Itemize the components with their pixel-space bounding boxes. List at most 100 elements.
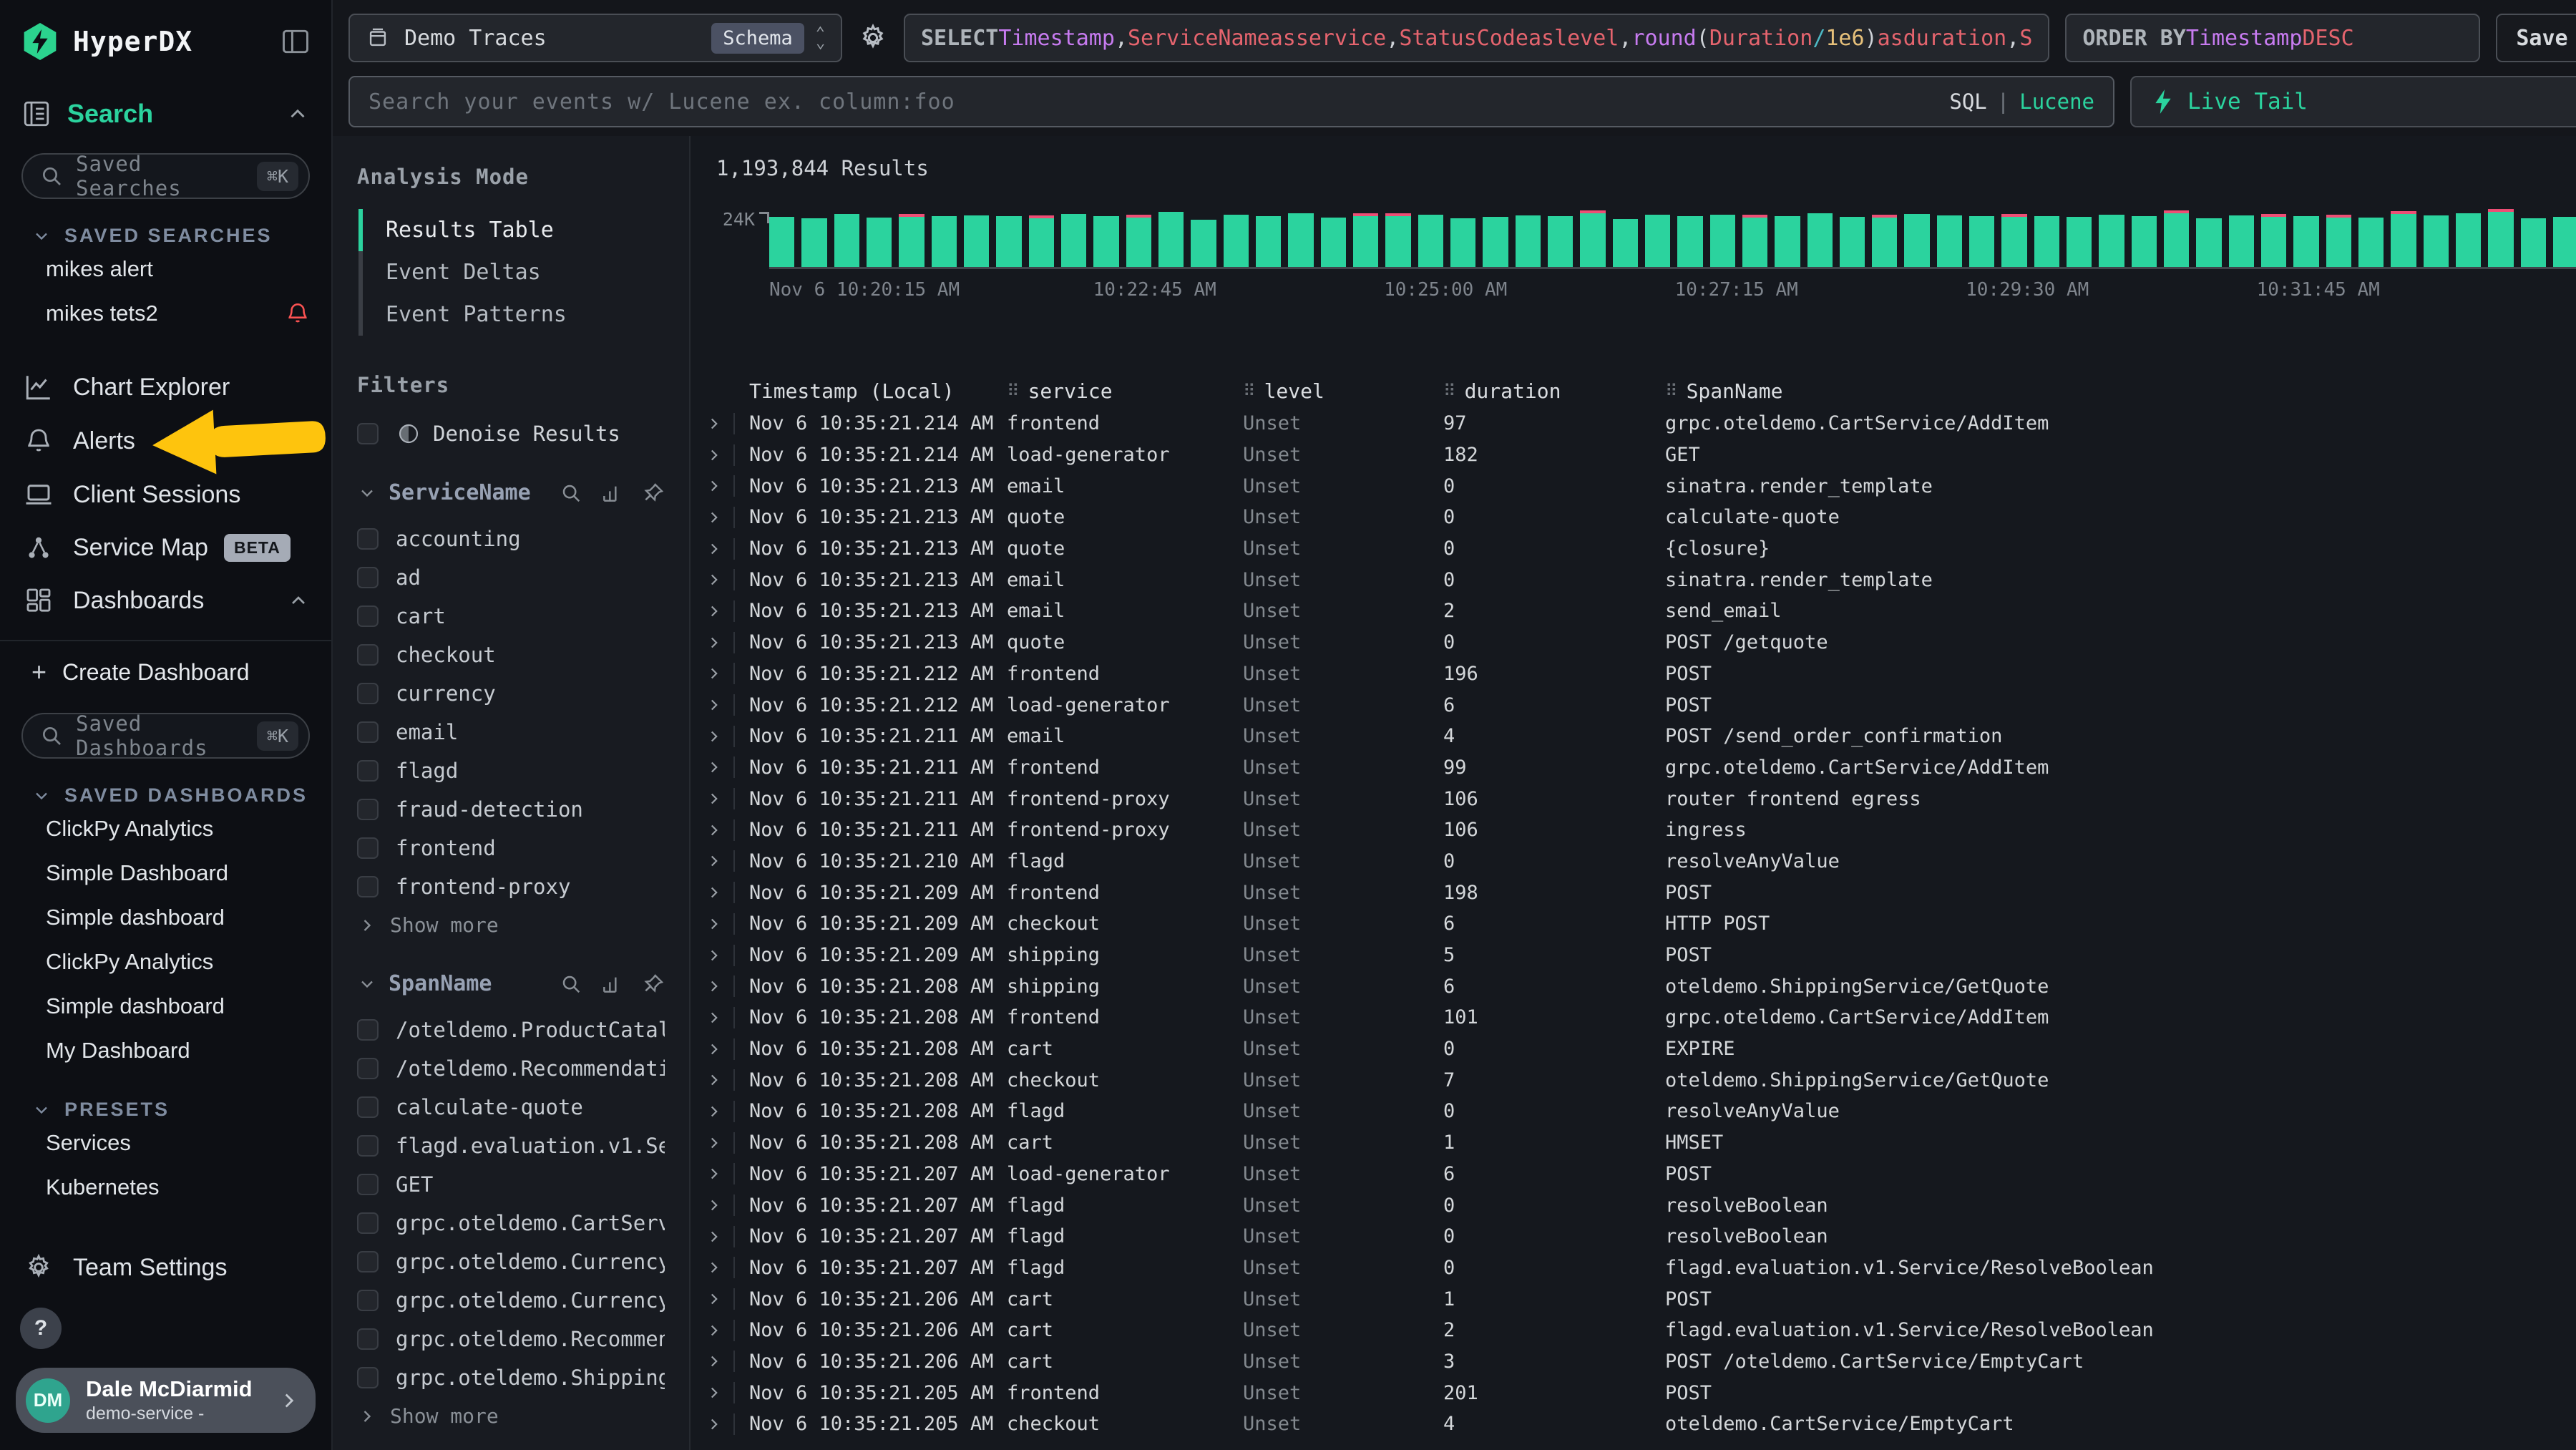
col-header-duration[interactable]: ⠿duration xyxy=(1443,379,1665,403)
sql-toggle[interactable]: SQL xyxy=(1949,89,1986,114)
row-expand-chevron-icon[interactable] xyxy=(705,694,749,716)
row-expand-chevron-icon[interactable] xyxy=(705,882,749,903)
histogram-bar[interactable] xyxy=(899,217,924,267)
histogram-bar[interactable] xyxy=(1126,218,1151,267)
histogram-bar[interactable] xyxy=(964,215,989,267)
filter-checkbox-item[interactable]: email xyxy=(357,716,665,749)
filter-checkbox-item[interactable]: checkout xyxy=(357,638,665,671)
table-row[interactable]: Nov 6 10:35:21.213 AMemailUnset2send_ema… xyxy=(691,595,2576,627)
table-row[interactable]: Nov 6 10:35:21.211 AMemailUnset4POST /se… xyxy=(691,721,2576,752)
filter-checkbox-item[interactable]: flagd xyxy=(357,754,665,787)
histogram-bar[interactable] xyxy=(2099,215,2124,267)
histogram-bar[interactable] xyxy=(1191,220,1216,267)
histogram-bar[interactable] xyxy=(2553,217,2576,267)
table-row[interactable]: Nov 6 10:35:21.206 AMcartUnset2flagd.eva… xyxy=(691,1315,2576,1346)
saved-dashboard-item[interactable]: Simple Dashboard xyxy=(0,851,331,895)
row-expand-chevron-icon[interactable] xyxy=(705,1101,749,1122)
col-header-service[interactable]: ⠿service xyxy=(1007,379,1243,403)
col-header-level[interactable]: ⠿level xyxy=(1243,379,1443,403)
row-expand-chevron-icon[interactable] xyxy=(705,1413,749,1435)
histogram-bars[interactable] xyxy=(769,209,2576,269)
row-expand-chevron-icon[interactable] xyxy=(705,444,749,466)
drag-handle-icon[interactable]: ⠿ xyxy=(1243,381,1256,401)
checkbox[interactable] xyxy=(357,760,379,782)
row-expand-chevron-icon[interactable] xyxy=(705,756,749,778)
table-row[interactable]: Nov 6 10:35:21.207 AMflagdUnset0resolveB… xyxy=(691,1189,2576,1221)
histogram-bar[interactable] xyxy=(1613,219,1638,267)
checkbox[interactable] xyxy=(357,605,379,627)
table-row[interactable]: Nov 6 10:35:21.208 AMcheckoutUnset7oteld… xyxy=(691,1064,2576,1096)
checkbox[interactable] xyxy=(357,1328,379,1350)
table-row[interactable]: Nov 6 10:35:21.208 AMshippingUnset6oteld… xyxy=(691,970,2576,1002)
histogram-bar[interactable] xyxy=(1158,212,1184,267)
row-expand-chevron-icon[interactable] xyxy=(705,1007,749,1028)
filter-checkbox-item[interactable]: /oteldemo.Recommendatio… xyxy=(357,1052,665,1085)
order-by-input[interactable]: ORDER BY Timestamp DESC xyxy=(2065,14,2480,62)
row-expand-chevron-icon[interactable] xyxy=(705,1257,749,1278)
lucene-toggle[interactable]: Lucene xyxy=(2019,89,2094,114)
table-row[interactable]: Nov 6 10:35:21.208 AMfrontendUnset101grp… xyxy=(691,1002,2576,1033)
histogram-bar[interactable] xyxy=(1029,218,1054,267)
event-search-input[interactable]: Search your events w/ Lucene ex. column:… xyxy=(348,76,2114,127)
table-row[interactable]: Nov 6 10:35:21.209 AMcheckoutUnset6HTTP … xyxy=(691,908,2576,940)
row-expand-chevron-icon[interactable] xyxy=(705,850,749,872)
row-expand-chevron-icon[interactable] xyxy=(705,1288,749,1310)
histogram-bar[interactable] xyxy=(2261,217,2286,267)
table-row[interactable]: Nov 6 10:35:21.208 AMcartUnset0EXPIRE xyxy=(691,1033,2576,1065)
filter-checkbox-item[interactable]: grpc.oteldemo.CartServi… xyxy=(357,1207,665,1240)
table-row[interactable]: Nov 6 10:35:21.212 AMfrontendUnset196POS… xyxy=(691,658,2576,690)
saved-dashboard-item[interactable]: Simple dashboard xyxy=(0,984,331,1028)
histogram-bar[interactable] xyxy=(2521,218,2546,267)
histogram-bar[interactable] xyxy=(1548,216,1573,267)
table-row[interactable]: Nov 6 10:35:21.209 AMshippingUnset5POST xyxy=(691,940,2576,971)
histogram-bar[interactable] xyxy=(1418,215,1443,267)
create-dashboard-button[interactable]: + Create Dashboard xyxy=(0,646,331,694)
row-expand-chevron-icon[interactable] xyxy=(705,569,749,590)
histogram-bar[interactable] xyxy=(1483,217,1508,267)
row-expand-chevron-icon[interactable] xyxy=(705,1382,749,1403)
row-expand-chevron-icon[interactable] xyxy=(705,726,749,747)
histogram-bar[interactable] xyxy=(1061,214,1086,267)
denoise-checkbox[interactable] xyxy=(357,423,379,444)
drag-handle-icon[interactable]: ⠿ xyxy=(1007,381,1020,401)
histogram-bar[interactable] xyxy=(2488,212,2513,267)
table-row[interactable]: Nov 6 10:35:21.213 AMemailUnset0sinatra.… xyxy=(691,564,2576,595)
table-row[interactable]: Nov 6 10:35:21.214 AMload-generatorUnset… xyxy=(691,439,2576,471)
show-more-button[interactable]: Show more xyxy=(357,1404,665,1428)
table-row[interactable]: Nov 6 10:35:21.209 AMfrontendUnset198POS… xyxy=(691,877,2576,908)
checkbox[interactable] xyxy=(357,528,379,550)
search-icon[interactable] xyxy=(560,973,582,995)
histogram-bar[interactable] xyxy=(2132,216,2157,267)
histogram-bar[interactable] xyxy=(2456,213,2481,267)
checkbox[interactable] xyxy=(357,1251,379,1273)
histogram-bar[interactable] xyxy=(1677,216,1702,267)
row-expand-chevron-icon[interactable] xyxy=(705,819,749,841)
presets-section-label[interactable]: PRESETS xyxy=(31,1099,310,1121)
checkbox[interactable] xyxy=(357,721,379,743)
table-row[interactable]: Nov 6 10:35:21.207 AMload-generatorUnset… xyxy=(691,1159,2576,1190)
row-expand-chevron-icon[interactable] xyxy=(705,1194,749,1216)
col-header-timestamp[interactable]: Timestamp (Local) xyxy=(749,379,1007,403)
histogram-bar[interactable] xyxy=(2293,216,2318,267)
row-expand-chevron-icon[interactable] xyxy=(705,1069,749,1091)
select-query-input[interactable]: SELECT Timestamp, ServiceName as service… xyxy=(904,14,2049,62)
saved-dashboard-item[interactable]: ClickPy Analytics xyxy=(0,807,331,851)
row-expand-chevron-icon[interactable] xyxy=(705,507,749,528)
drag-handle-icon[interactable]: ⠿ xyxy=(1665,381,1678,401)
row-expand-chevron-icon[interactable] xyxy=(705,663,749,684)
nav-item-team-settings[interactable]: Team Settings xyxy=(0,1241,331,1294)
histogram-bar[interactable] xyxy=(1775,216,1800,267)
row-expand-chevron-icon[interactable] xyxy=(705,632,749,653)
show-more-button[interactable]: Show more xyxy=(357,913,665,937)
histogram-bar[interactable] xyxy=(769,217,794,267)
histogram-bar[interactable] xyxy=(1321,218,1346,267)
histogram-bar[interactable] xyxy=(2358,218,2384,267)
histogram-bar[interactable] xyxy=(1288,213,1313,267)
table-row[interactable]: Nov 6 10:35:21.213 AMquoteUnset0calculat… xyxy=(691,502,2576,533)
histogram-bar[interactable] xyxy=(2424,215,2449,267)
filter-checkbox-item[interactable]: grpc.oteldemo.CurrencyS… xyxy=(357,1284,665,1317)
histogram-bar[interactable] xyxy=(2326,218,2351,267)
histogram-bar[interactable] xyxy=(996,216,1021,267)
histogram-bar[interactable] xyxy=(867,218,892,267)
chevron-up-icon[interactable] xyxy=(287,589,310,612)
